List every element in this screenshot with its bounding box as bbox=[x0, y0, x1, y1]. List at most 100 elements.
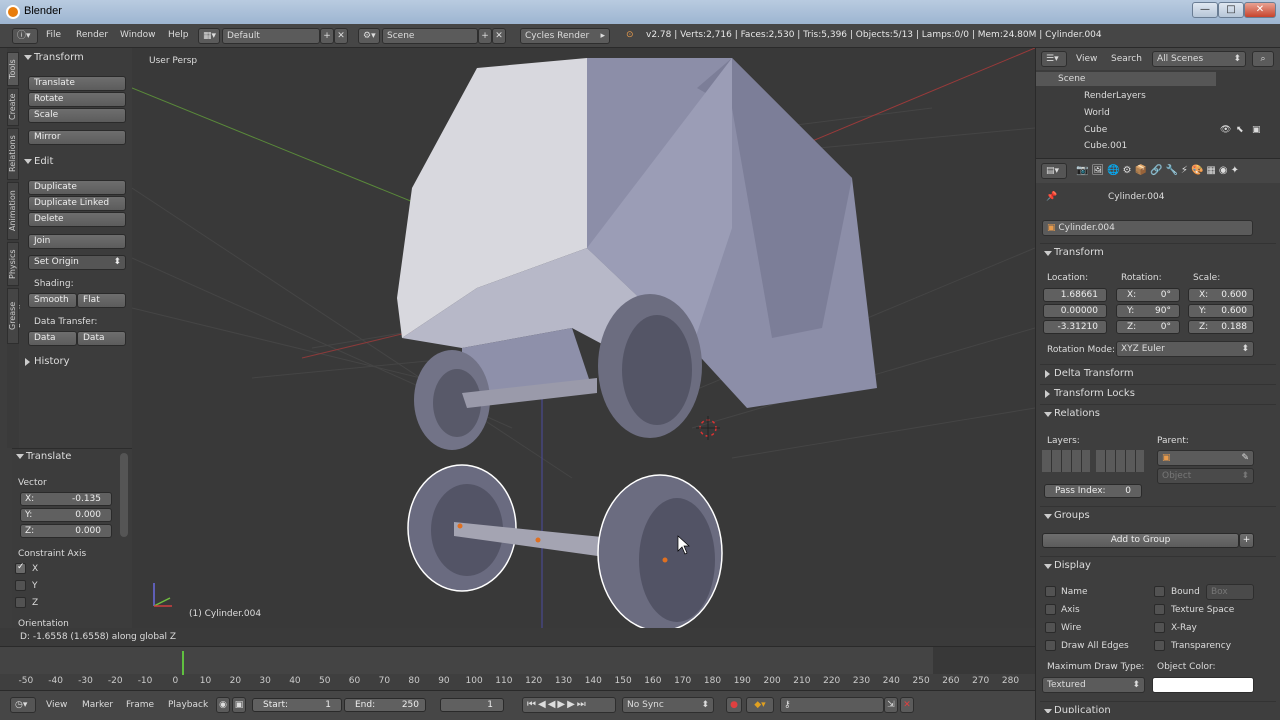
scale-button[interactable]: Scale bbox=[28, 108, 126, 123]
display-wire-checkbox[interactable] bbox=[1045, 622, 1056, 633]
location-x-field[interactable]: 1.68661 bbox=[1043, 288, 1107, 302]
location-y-field[interactable]: 0.00000 bbox=[1043, 304, 1107, 318]
rotation-mode-select[interactable]: XYZ Euler ⬍ bbox=[1116, 341, 1254, 357]
menu-help[interactable]: Help bbox=[168, 30, 189, 40]
maximize-button[interactable]: □ bbox=[1218, 2, 1244, 18]
properties-context-tabs[interactable]: ▤▾ 📷🖼🌐⚙📦🔗🔧⚡🎨▦◉✦ bbox=[1036, 159, 1280, 183]
menu-view[interactable]: View bbox=[46, 700, 67, 710]
location-z-field[interactable]: -3.31210 bbox=[1043, 320, 1107, 334]
tab-physics[interactable]: Physics bbox=[7, 242, 19, 286]
flat-button[interactable]: Flat bbox=[77, 293, 126, 308]
scale-x-field[interactable]: X: 0.600 bbox=[1188, 288, 1254, 302]
groups-header[interactable]: Groups bbox=[1040, 506, 1276, 524]
vector-x-field[interactable]: X: -0.135 bbox=[20, 492, 112, 506]
outliner-cube-label[interactable]: Cube bbox=[1084, 125, 1107, 135]
layers-grid-a[interactable] bbox=[1042, 450, 1090, 472]
transform-locks-header[interactable]: Transform Locks bbox=[1040, 384, 1276, 402]
menu-render[interactable]: Render bbox=[76, 30, 108, 40]
editor-type-icon[interactable]: ⓘ▾ bbox=[12, 28, 38, 44]
3d-viewport[interactable]: User Persp (1) Cylinder.004 bbox=[132, 48, 1035, 628]
delta-transform-header[interactable]: Delta Transform bbox=[1040, 364, 1276, 382]
edit-panel-header[interactable]: Edit bbox=[20, 154, 132, 170]
max-draw-type-select[interactable]: Textured ⬍ bbox=[1042, 677, 1145, 693]
outliner-editor-type-icon[interactable]: ☰▾ bbox=[1041, 51, 1067, 67]
display-transparency-checkbox[interactable] bbox=[1154, 640, 1165, 651]
tab-relations[interactable]: Relations bbox=[7, 128, 19, 180]
render-camera-icon[interactable]: ▣ bbox=[1252, 125, 1261, 135]
join-button[interactable]: Join bbox=[28, 234, 126, 249]
outliner-search-menu[interactable]: Search bbox=[1111, 54, 1142, 64]
outliner-row-scene[interactable]: Scene bbox=[1036, 72, 1216, 86]
smooth-button[interactable]: Smooth bbox=[28, 293, 77, 308]
duplicate-button[interactable]: Duplicate bbox=[28, 180, 126, 195]
data-layout-button[interactable]: Data Layo bbox=[77, 331, 126, 346]
outliner-search-icon[interactable]: ⌕ bbox=[1252, 51, 1274, 67]
rotation-z-field[interactable]: Z: 0° bbox=[1116, 320, 1180, 334]
vector-z-field[interactable]: Z: 0.000 bbox=[20, 524, 112, 538]
screen-layout-field[interactable]: Default bbox=[222, 28, 320, 44]
add-layout-icon[interactable]: + bbox=[320, 28, 334, 44]
record-keyframe-icon[interactable]: ● bbox=[726, 697, 742, 713]
timeline-track[interactable] bbox=[0, 647, 1035, 674]
rotation-y-field[interactable]: Y: 90° bbox=[1116, 304, 1180, 318]
current-frame-marker[interactable] bbox=[182, 651, 184, 675]
mirror-button[interactable]: Mirror bbox=[28, 130, 126, 145]
menu-frame[interactable]: Frame bbox=[126, 700, 154, 710]
visibility-eye-icon[interactable]: 👁 bbox=[1220, 125, 1231, 135]
display-name-checkbox[interactable] bbox=[1045, 586, 1056, 597]
duplicate-linked-button[interactable]: Duplicate Linked bbox=[28, 196, 126, 211]
keyframe-type-icon[interactable]: ◆▾ bbox=[746, 697, 774, 713]
display-header[interactable]: Display bbox=[1040, 556, 1276, 574]
tab-tools[interactable]: Tools bbox=[7, 52, 19, 86]
scale-z-field[interactable]: Z: 0.188 bbox=[1188, 320, 1254, 334]
rotation-x-field[interactable]: X: 0° bbox=[1116, 288, 1180, 302]
current-frame-field[interactable]: 1 bbox=[440, 698, 504, 712]
transform-panel-header[interactable]: Transform bbox=[20, 50, 132, 66]
object-color-swatch[interactable] bbox=[1152, 677, 1254, 693]
menu-playback[interactable]: Playback bbox=[168, 700, 208, 710]
bound-type-select[interactable]: Box bbox=[1206, 584, 1254, 600]
history-panel-header[interactable]: History bbox=[20, 354, 132, 370]
duplication-header[interactable]: Duplication bbox=[1040, 701, 1276, 713]
lock-icon[interactable]: ▣ bbox=[232, 697, 246, 713]
menu-file[interactable]: File bbox=[46, 30, 61, 40]
scale-y-field[interactable]: Y: 0.600 bbox=[1188, 304, 1254, 318]
start-frame-field[interactable]: Start: 1 bbox=[252, 698, 342, 712]
scene-field[interactable]: Scene bbox=[382, 28, 478, 44]
preview-range-icon[interactable]: ◉ bbox=[216, 697, 230, 713]
tab-grease-pencil[interactable]: Grease Pencil bbox=[7, 288, 27, 344]
remove-layout-icon[interactable]: ✕ bbox=[334, 28, 348, 44]
pass-index-field[interactable]: Pass Index: 0 bbox=[1044, 484, 1142, 498]
add-group-plus-icon[interactable]: + bbox=[1239, 533, 1254, 548]
data-button[interactable]: Data bbox=[28, 331, 77, 346]
vector-y-field[interactable]: Y: 0.000 bbox=[20, 508, 112, 522]
layers-grid-b[interactable] bbox=[1096, 450, 1144, 472]
pin-icon[interactable]: 📌 bbox=[1046, 192, 1057, 202]
outliner-filter-select[interactable]: All Scenes ⬍ bbox=[1152, 51, 1246, 67]
menu-marker[interactable]: Marker bbox=[82, 700, 113, 710]
properties-editor-type-icon[interactable]: ▤▾ bbox=[1041, 163, 1067, 179]
3d-cursor-icon[interactable] bbox=[696, 416, 720, 440]
menu-window[interactable]: Window bbox=[120, 30, 156, 40]
rotate-button[interactable]: Rotate bbox=[28, 92, 126, 107]
scene-icon[interactable]: ⚙▾ bbox=[358, 28, 380, 44]
outliner-renderlayers-label[interactable]: RenderLayers bbox=[1084, 91, 1146, 101]
timeline-editor-type-icon[interactable]: ◷▾ bbox=[10, 697, 36, 713]
screen-layout-icon[interactable]: ▦▾ bbox=[198, 28, 220, 44]
add-to-group-button[interactable]: Add to Group bbox=[1042, 533, 1239, 548]
display-bound-checkbox[interactable] bbox=[1154, 586, 1165, 597]
operator-scrollbar[interactable] bbox=[120, 453, 128, 537]
object-name-field[interactable]: ▣ Cylinder.004 bbox=[1042, 220, 1253, 236]
translate-button[interactable]: Translate bbox=[28, 76, 126, 91]
select-arrow-icon[interactable]: ⬉ bbox=[1236, 125, 1244, 135]
constraint-y-checkbox[interactable] bbox=[15, 580, 26, 591]
minimize-button[interactable]: — bbox=[1192, 2, 1218, 18]
insert-keyframe-icon[interactable]: ⇲ bbox=[884, 697, 898, 713]
add-scene-icon[interactable]: + bbox=[478, 28, 492, 44]
outliner-view-menu[interactable]: View bbox=[1076, 54, 1097, 64]
relations-header[interactable]: Relations bbox=[1040, 404, 1276, 422]
remove-scene-icon[interactable]: ✕ bbox=[492, 28, 506, 44]
constraint-z-checkbox[interactable] bbox=[15, 597, 26, 608]
constraint-x-checkbox[interactable]: ✓ bbox=[15, 562, 26, 574]
delete-button[interactable]: Delete bbox=[28, 212, 126, 227]
